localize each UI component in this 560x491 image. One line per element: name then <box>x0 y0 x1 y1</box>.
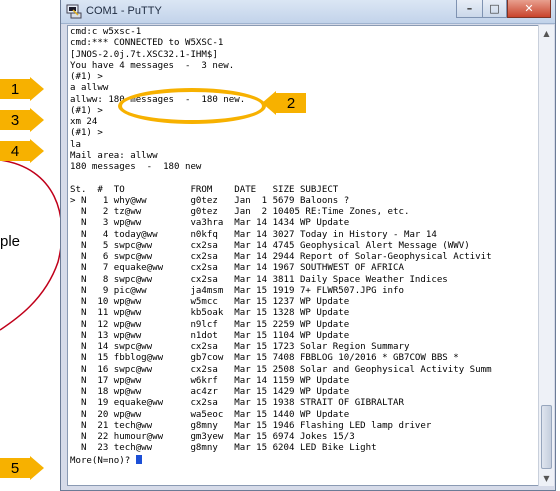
callout-1: 1 <box>0 79 30 99</box>
terminal-line-text: [JNOS-2.0j.7t.XSC32.1-IHM$] <box>70 49 218 60</box>
terminal-line-text: Mail area: allww <box>70 150 158 161</box>
callout-2-arrow <box>262 91 276 115</box>
terminal-line: N 3 wp@ww va3hra Mar 14 1434 WP Update <box>70 218 492 229</box>
terminal-line: cmd:c w5xsc-1 <box>70 27 492 38</box>
terminal-line-text: N 16 swpc@ww cx2sa Mar 15 2508 Solar and… <box>70 364 492 375</box>
terminal-line-text: St. # TO FROM DATE SIZE SUBJECT <box>70 184 339 195</box>
terminal-line: N 11 wp@ww kb5oak Mar 15 1328 WP Update <box>70 308 492 319</box>
terminal-line-text: cmd:*** CONNECTED to W5XSC-1 <box>70 38 224 49</box>
terminal-line-text: N 19 equake@ww cx2sa Mar 15 1938 STRAIT … <box>70 398 404 409</box>
terminal-line: N 18 wp@ww ac4zr Mar 15 1429 WP Update <box>70 387 492 398</box>
terminal-line-text: You have 4 messages - 3 new. <box>70 60 235 71</box>
terminal-line: More(N=no)? <box>70 454 492 466</box>
callout-4: 4 <box>0 141 30 161</box>
terminal-line-text: N 7 equake@ww cx2sa Mar 14 1967 SOUTHWES… <box>70 263 404 274</box>
terminal-line: N 12 wp@ww n9lcf Mar 15 2259 WP Update <box>70 320 492 331</box>
terminal-line-text: N 9 pic@ww ja4msm Mar 15 1919 7+ FLWR507… <box>70 285 404 296</box>
terminal-line-text: N 12 wp@ww n9lcf Mar 15 2259 WP Update <box>70 319 350 330</box>
terminal-line: (#1) > <box>70 72 492 83</box>
callout-5: 5 <box>0 458 30 478</box>
terminal-line: N 2 tz@ww g0tez Jan 2 10405 RE:Time Zone… <box>70 207 492 218</box>
scroll-down-icon[interactable]: ▼ <box>539 470 554 486</box>
terminal-line-text: a allww <box>70 83 109 94</box>
terminal-line-text: xm 24 <box>70 117 98 127</box>
terminal-line-text: cmd:c w5xsc-1 <box>70 27 142 37</box>
terminal-line-text: la <box>70 139 81 150</box>
putty-window: COM1 - PuTTY – □ ✕ cmd:c w5xsc-1 cmd:*** … <box>60 0 556 491</box>
terminal-line-text: N 6 swpc@ww cx2sa Mar 14 2944 Report of … <box>70 252 492 262</box>
background-text: ple <box>0 233 21 250</box>
terminal-line-text: (#1) > <box>70 105 103 116</box>
terminal-line-text: N 3 wp@ww va3hra Mar 14 1434 WP Update <box>70 218 350 229</box>
scroll-up-icon[interactable]: ▲ <box>539 25 554 41</box>
callout-5-arrow <box>30 456 44 480</box>
terminal-line-text: N 10 wp@ww w5mcc Mar 15 1237 WP Update <box>70 297 350 307</box>
terminal-line: N 4 today@ww n0kfq Mar 14 3027 Today in … <box>70 230 492 241</box>
terminal-line-text: N 13 wp@ww n1dot Mar 15 1104 WP Update <box>70 330 350 341</box>
terminal-line-text: > N 1 why@ww g0tez Jan 1 5679 Baloons ? <box>70 195 350 206</box>
close-button[interactable]: ✕ <box>507 0 551 18</box>
putty-app-icon <box>66 4 82 19</box>
terminal-line: N 5 swpc@ww cx2sa Mar 14 4745 Geophysica… <box>70 241 492 252</box>
window-title: COM1 - PuTTY <box>86 5 162 17</box>
terminal-line: N 17 wp@ww w6krf Mar 14 1159 WP Update <box>70 376 492 387</box>
terminal-line: You have 4 messages - 3 new. <box>70 61 492 72</box>
terminal-line: N 20 wp@ww wa5eoc Mar 15 1440 WP Update <box>70 410 492 421</box>
highlight-ellipse <box>118 88 266 124</box>
terminal-line: cmd:*** CONNECTED to W5XSC-1 <box>70 38 492 49</box>
terminal-line-text: 180 messages - 180 new <box>70 162 202 172</box>
callout-1-arrow <box>30 77 44 101</box>
vertical-scrollbar[interactable]: ▲ ▼ <box>538 25 554 486</box>
terminal-line-text: N 8 swpc@ww cx2sa Mar 14 3811 Daily Spac… <box>70 274 448 285</box>
terminal-line-text: N 5 swpc@ww cx2sa Mar 14 4745 Geophysica… <box>70 240 470 251</box>
minimize-button[interactable]: – <box>456 0 482 18</box>
terminal-line-text: N 20 wp@ww wa5eoc Mar 15 1440 WP Update <box>70 409 350 420</box>
terminal-line-text: More(N=no)? <box>70 455 136 466</box>
terminal-line: N 15 fbblog@ww gb7cow Mar 15 7408 FBBLOG… <box>70 353 492 364</box>
title-bar[interactable]: COM1 - PuTTY – □ ✕ <box>61 0 555 24</box>
terminal-line: > N 1 why@ww g0tez Jan 1 5679 Baloons ? <box>70 196 492 207</box>
terminal-line-text: N 15 fbblog@ww gb7cow Mar 15 7408 FBBLOG… <box>70 353 459 364</box>
window-controls: – □ ✕ <box>456 0 551 18</box>
terminal-line-text: N 17 wp@ww w6krf Mar 14 1159 WP Update <box>70 375 350 386</box>
terminal-line: xm 24 <box>70 117 492 128</box>
terminal-line: la <box>70 140 492 151</box>
terminal-line: 180 messages - 180 new <box>70 162 492 173</box>
callout-3-arrow <box>30 108 44 132</box>
terminal-line-text: N 11 wp@ww kb5oak Mar 15 1328 WP Update <box>70 308 350 319</box>
terminal-line: N 22 humour@ww gm3yew Mar 15 6974 Jokes … <box>70 432 492 443</box>
maximize-button[interactable]: □ <box>482 0 507 18</box>
terminal-line: N 10 wp@ww w5mcc Mar 15 1237 WP Update <box>70 297 492 308</box>
terminal-line-text: N 2 tz@ww g0tez Jan 2 10405 RE:Time Zone… <box>70 207 410 217</box>
terminal-line-text: N 18 wp@ww ac4zr Mar 15 1429 WP Update <box>70 387 350 397</box>
terminal-line: (#1) > <box>70 128 492 139</box>
terminal-line-text: N 14 swpc@ww cx2sa Mar 15 1723 Solar Reg… <box>70 342 410 352</box>
terminal-line: N 16 swpc@ww cx2sa Mar 15 2508 Solar and… <box>70 365 492 376</box>
terminal-line-text: (#1) > <box>70 128 103 139</box>
terminal-line-text: (#1) > <box>70 72 103 82</box>
terminal-line: N 21 tech@ww g8mny Mar 15 1946 Flashing … <box>70 421 492 432</box>
callout-4-arrow <box>30 139 44 163</box>
callout-2: 2 <box>276 93 306 113</box>
terminal-line: St. # TO FROM DATE SIZE SUBJECT <box>70 185 492 196</box>
terminal-line: [JNOS-2.0j.7t.XSC32.1-IHM$] <box>70 50 492 61</box>
terminal-line: N 8 swpc@ww cx2sa Mar 14 3811 Daily Spac… <box>70 275 492 286</box>
terminal-line: N 9 pic@ww ja4msm Mar 15 1919 7+ FLWR507… <box>70 286 492 297</box>
terminal-line: N 14 swpc@ww cx2sa Mar 15 1723 Solar Reg… <box>70 342 492 353</box>
terminal-line-text: N 4 today@ww n0kfq Mar 14 3027 Today in … <box>70 229 437 240</box>
terminal-line: N 7 equake@ww cx2sa Mar 14 1967 SOUTHWES… <box>70 263 492 274</box>
terminal-line: Mail area: allww <box>70 151 492 162</box>
terminal-line: N 23 tech@ww g8mny Mar 15 6204 LED Bike … <box>70 443 492 454</box>
terminal-line: N 6 swpc@ww cx2sa Mar 14 2944 Report of … <box>70 252 492 263</box>
terminal-line-text: N 22 humour@ww gm3yew Mar 15 6974 Jokes … <box>70 432 355 442</box>
terminal-line: N 19 equake@ww cx2sa Mar 15 1938 STRAIT … <box>70 398 492 409</box>
terminal-line-text: N 21 tech@ww g8mny Mar 15 1946 Flashing … <box>70 420 432 431</box>
terminal-line: N 13 wp@ww n1dot Mar 15 1104 WP Update <box>70 331 492 342</box>
terminal-line-text: N 23 tech@ww g8mny Mar 15 6204 LED Bike … <box>70 443 377 454</box>
callout-3: 3 <box>0 110 30 130</box>
text-cursor <box>135 454 142 464</box>
scroll-thumb[interactable] <box>541 405 552 469</box>
